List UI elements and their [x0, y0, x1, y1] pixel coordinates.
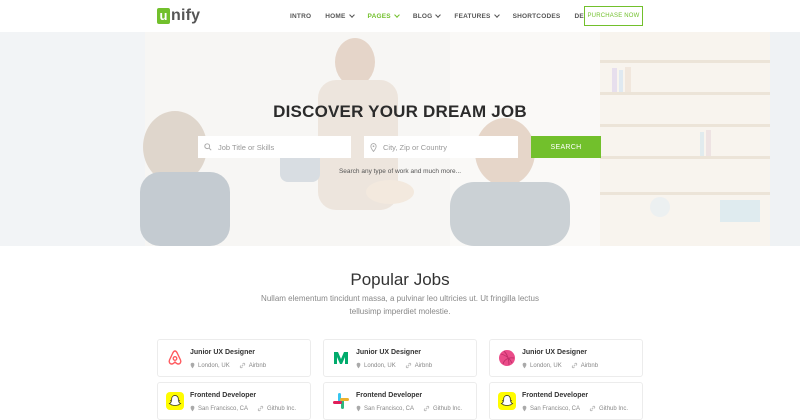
link-icon [257, 405, 264, 412]
chevron-down-icon [348, 12, 355, 18]
link-icon [589, 405, 596, 412]
snapchat-icon [166, 392, 184, 410]
job-company: Github Inc. [433, 405, 463, 412]
hero-title: DISCOVER YOUR DREAM JOB [273, 102, 527, 121]
nav-label: BLOG [412, 12, 433, 20]
job-location: San Francisco, CA [198, 405, 249, 412]
chevron-down-icon [493, 12, 500, 18]
job-company: Airbnb [414, 362, 433, 369]
location-pin-icon [370, 142, 377, 152]
link-icon [405, 362, 411, 369]
purchase-now-button[interactable]: PURCHASE NOW [584, 6, 643, 26]
nav-pages[interactable]: PAGES [367, 12, 400, 20]
link-icon [423, 405, 430, 412]
nav-intro[interactable]: INTRO [290, 13, 311, 20]
job-location: London, UK [530, 362, 562, 369]
job-company: Airbnb [248, 362, 267, 369]
job-location: San Francisco, CA [530, 405, 581, 412]
unify-logo[interactable]: u nify [157, 6, 200, 26]
chevron-down-icon [393, 12, 400, 18]
chevron-down-icon [435, 12, 442, 18]
job-card[interactable]: Junior UX Designer London, UK Airbnb [323, 339, 477, 377]
main-nav: INTRO HOME PAGES BLOG FEATURES SHORTCODE… [290, 0, 621, 32]
search-icon [204, 143, 212, 151]
job-meta: San Francisco, CA Github Inc. [522, 405, 628, 412]
job-location: London, UK [364, 362, 396, 369]
job-meta: San Francisco, CA Github Inc. [190, 405, 296, 412]
job-company: Github Inc. [267, 405, 297, 412]
job-company: Github Inc. [599, 405, 629, 412]
dribbble-icon [499, 350, 515, 366]
job-meta: London, UK Airbnb [190, 362, 266, 369]
nav-home[interactable]: HOME [325, 12, 355, 20]
nav-label: SHORTCODES [512, 12, 561, 20]
nav-label: PAGES [367, 12, 391, 20]
job-title: Junior UX Designer [190, 349, 255, 356]
job-card[interactable]: Frontend Developer San Francisco, CA Git… [157, 382, 311, 420]
job-meta: London, UK Airbnb [356, 362, 432, 369]
location-pin-icon [356, 405, 361, 412]
nav-features[interactable]: FEATURES [454, 12, 500, 20]
nav-blog[interactable]: BLOG [412, 12, 442, 20]
link-icon [239, 362, 245, 369]
nav-label: FEATURES [454, 12, 491, 20]
location-pin-icon [190, 362, 195, 369]
popular-jobs-title: Popular Jobs [350, 270, 450, 289]
logo-mark: u [157, 8, 170, 24]
location-pin-icon [522, 362, 527, 369]
job-card[interactable]: Junior UX Designer London, UK Airbnb [157, 339, 311, 377]
job-title: Frontend Developer [356, 392, 423, 399]
top-navbar: u nify INTRO HOME PAGES BLOG FEATURES SH… [0, 0, 800, 32]
job-card[interactable]: Frontend Developer San Francisco, CA Git… [323, 382, 477, 420]
slack-icon [333, 393, 349, 409]
job-title: Frontend Developer [190, 392, 257, 399]
job-location: San Francisco, CA [364, 405, 415, 412]
medium-icon [334, 352, 348, 364]
snapchat-icon [498, 392, 516, 410]
job-company: Airbnb [580, 362, 599, 369]
job-title-input[interactable] [218, 142, 338, 152]
job-title: Junior UX Designer [522, 349, 587, 356]
job-search-field[interactable] [198, 136, 351, 158]
logo-text: nify [171, 7, 201, 24]
location-pin-icon [522, 405, 527, 412]
job-location: London, UK [198, 362, 230, 369]
airbnb-icon [168, 350, 182, 365]
nav-label: INTRO [290, 12, 312, 20]
link-icon [571, 362, 577, 369]
nav-shortcodes[interactable]: SHORTCODES [513, 13, 561, 20]
job-card[interactable]: Frontend Developer San Francisco, CA Git… [489, 382, 643, 420]
job-title: Frontend Developer [522, 392, 589, 399]
job-meta: San Francisco, CA Github Inc. [356, 405, 462, 412]
job-meta: London, UK Airbnb [522, 362, 598, 369]
location-pin-icon [356, 362, 361, 369]
job-card[interactable]: Junior UX Designer London, UK Airbnb [489, 339, 643, 377]
location-pin-icon [190, 405, 195, 412]
location-search-field[interactable] [364, 136, 518, 158]
search-button[interactable]: SEARCH [531, 136, 601, 158]
nav-label: HOME [325, 12, 346, 20]
job-title: Junior UX Designer [356, 349, 421, 356]
popular-jobs-description: Nullam elementum tincidunt massa, a pulv… [261, 294, 539, 316]
location-input[interactable] [383, 142, 503, 152]
hero-subtitle: Search any type of work and much more... [338, 168, 462, 175]
